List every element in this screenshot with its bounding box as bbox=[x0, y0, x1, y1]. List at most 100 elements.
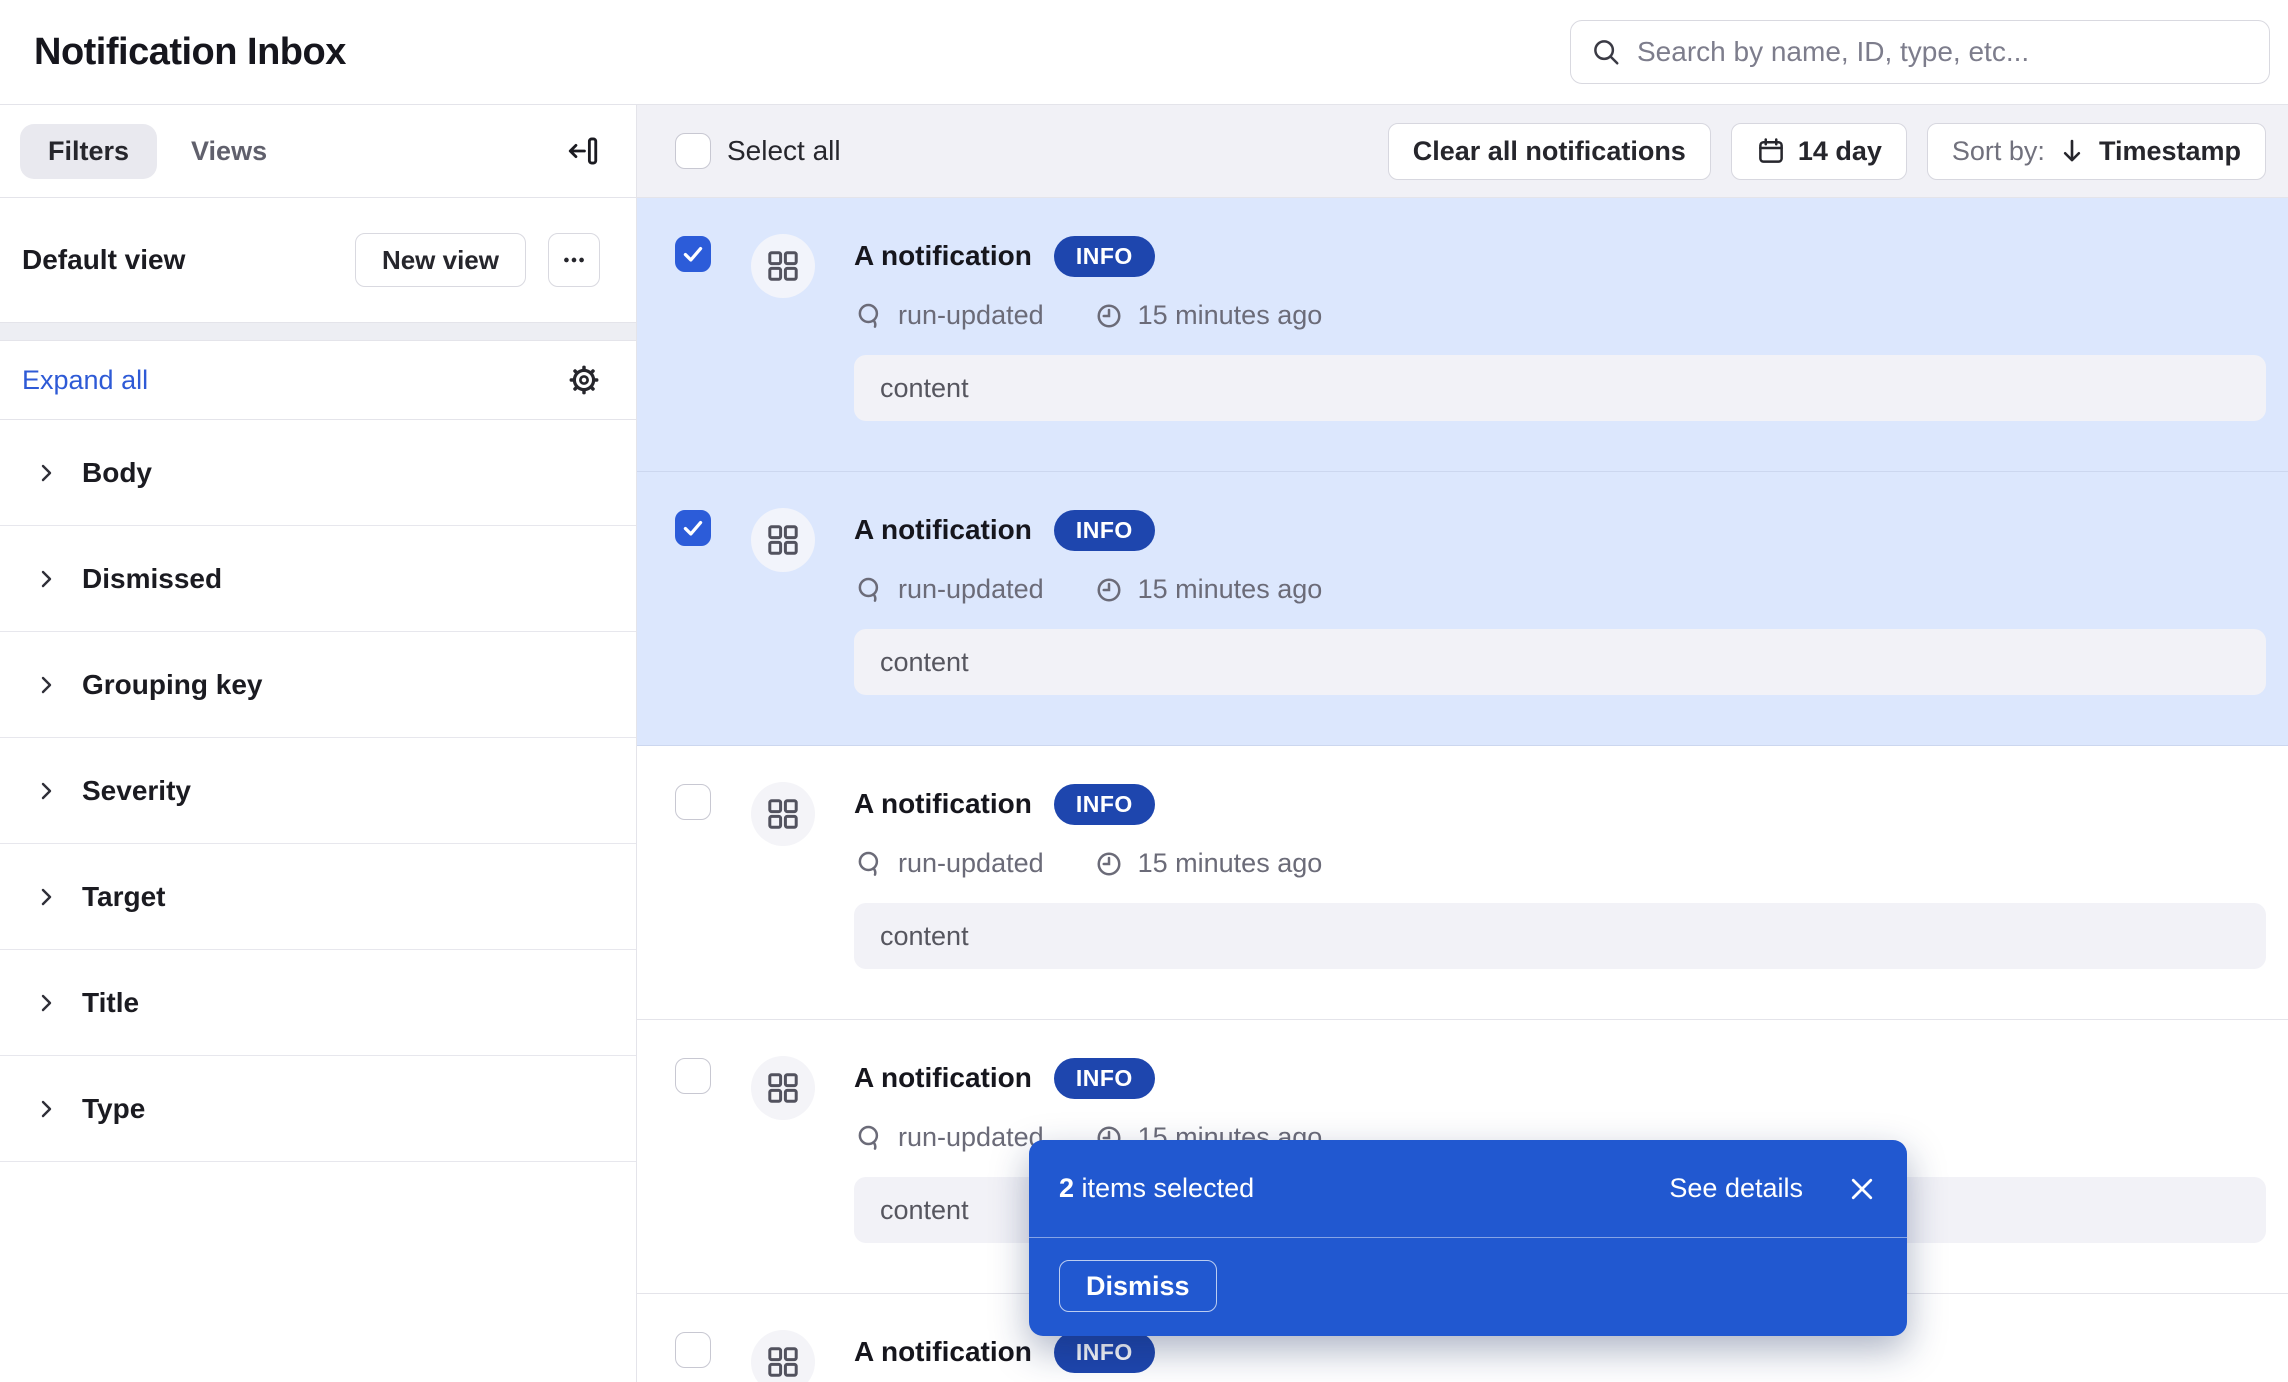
panel-collapse-left-icon[interactable] bbox=[566, 134, 600, 168]
run-icon bbox=[854, 575, 884, 605]
notification-title: A notification bbox=[854, 514, 1032, 546]
sidebar-spacer bbox=[0, 323, 636, 341]
selected-count-suffix: items selected bbox=[1074, 1173, 1254, 1203]
tab-filters[interactable]: Filters bbox=[20, 124, 157, 179]
sidebar-section-grouping-key[interactable]: Grouping key bbox=[0, 632, 636, 738]
severity-badge: INFO bbox=[1054, 236, 1155, 277]
event-type: run-updated bbox=[898, 1122, 1044, 1153]
section-label: Grouping key bbox=[82, 669, 262, 701]
arrow-down-icon bbox=[2057, 136, 2087, 166]
event-type: run-updated bbox=[898, 574, 1044, 605]
sort-value: Timestamp bbox=[2099, 136, 2241, 167]
sidebar-section-body[interactable]: Body bbox=[0, 420, 636, 526]
notification-content: content bbox=[854, 903, 2266, 969]
severity-badge: INFO bbox=[1054, 1058, 1155, 1099]
sort-by-label: Sort by: bbox=[1952, 136, 2045, 167]
timestamp: 15 minutes ago bbox=[1138, 300, 1323, 331]
section-label: Dismissed bbox=[82, 563, 222, 595]
sidebar: Filters Views Default view New view Expa… bbox=[0, 105, 637, 1382]
clock-icon bbox=[1094, 301, 1124, 331]
section-label: Body bbox=[82, 457, 152, 489]
run-icon bbox=[854, 301, 884, 331]
notification-avatar bbox=[751, 1330, 815, 1382]
expand-all-link[interactable]: Expand all bbox=[22, 365, 148, 396]
notification-title: A notification bbox=[854, 1336, 1032, 1368]
calendar-icon bbox=[1756, 136, 1786, 166]
clock-icon bbox=[1094, 849, 1124, 879]
date-range-label: 14 day bbox=[1798, 136, 1882, 167]
close-icon[interactable] bbox=[1847, 1174, 1877, 1204]
tab-views[interactable]: Views bbox=[191, 136, 267, 167]
severity-badge: INFO bbox=[1054, 510, 1155, 551]
chevron-right-icon bbox=[34, 461, 58, 485]
notification-content: content bbox=[854, 629, 2266, 695]
severity-badge: INFO bbox=[1054, 784, 1155, 825]
grid-icon bbox=[765, 1070, 801, 1106]
search-box[interactable] bbox=[1570, 20, 2270, 84]
search-input[interactable] bbox=[1635, 35, 2249, 69]
new-view-button[interactable]: New view bbox=[355, 233, 526, 287]
notification-row[interactable]: A notification INFO run-updated 15 minut… bbox=[637, 746, 2288, 1020]
clear-all-notifications-button[interactable]: Clear all notifications bbox=[1388, 123, 1711, 180]
section-label: Target bbox=[82, 881, 166, 913]
sidebar-section-title[interactable]: Title bbox=[0, 950, 636, 1056]
clock-icon bbox=[1094, 575, 1124, 605]
grid-icon bbox=[765, 796, 801, 832]
run-icon bbox=[854, 1123, 884, 1153]
chevron-right-icon bbox=[34, 885, 58, 909]
chevron-right-icon bbox=[34, 991, 58, 1015]
ellipsis-icon bbox=[560, 246, 588, 274]
grid-icon bbox=[765, 1344, 801, 1380]
notification-checkbox[interactable] bbox=[675, 1058, 711, 1094]
notification-row[interactable]: A notification INFO run-updated 15 minut… bbox=[637, 198, 2288, 472]
sidebar-section-dismissed[interactable]: Dismissed bbox=[0, 526, 636, 632]
notification-avatar bbox=[751, 1056, 815, 1120]
checkmark-icon bbox=[680, 515, 706, 541]
selection-toast: 2 items selected See details Dismiss bbox=[1029, 1140, 1907, 1336]
search-icon bbox=[1591, 37, 1621, 67]
gear-icon[interactable] bbox=[568, 364, 600, 396]
notification-checkbox[interactable] bbox=[675, 236, 711, 272]
toast-message: 2 items selected bbox=[1059, 1173, 1254, 1204]
sort-button[interactable]: Sort by: Timestamp bbox=[1927, 123, 2266, 180]
severity-badge: INFO bbox=[1054, 1332, 1155, 1373]
grid-icon bbox=[765, 522, 801, 558]
current-view-name: Default view bbox=[22, 244, 185, 276]
section-label: Type bbox=[82, 1093, 145, 1125]
notification-avatar bbox=[751, 234, 815, 298]
sidebar-section-severity[interactable]: Severity bbox=[0, 738, 636, 844]
expand-all-row: Expand all bbox=[0, 341, 636, 420]
notification-title: A notification bbox=[854, 1062, 1032, 1094]
notification-content: content bbox=[854, 355, 2266, 421]
notification-list-panel: Select all Clear all notifications 14 da… bbox=[637, 105, 2288, 1382]
notification-avatar bbox=[751, 508, 815, 572]
select-all-checkbox[interactable] bbox=[675, 133, 711, 169]
run-icon bbox=[854, 849, 884, 879]
sidebar-tabs: Filters Views bbox=[0, 105, 636, 198]
view-more-button[interactable] bbox=[548, 233, 600, 287]
notification-title: A notification bbox=[854, 788, 1032, 820]
toast-header: 2 items selected See details bbox=[1029, 1140, 1907, 1238]
event-type: run-updated bbox=[898, 848, 1044, 879]
sidebar-section-target[interactable]: Target bbox=[0, 844, 636, 950]
list-toolbar: Select all Clear all notifications 14 da… bbox=[637, 105, 2288, 198]
date-range-button[interactable]: 14 day bbox=[1731, 123, 1907, 180]
dismiss-button[interactable]: Dismiss bbox=[1059, 1260, 1217, 1312]
selected-count: 2 bbox=[1059, 1173, 1074, 1203]
notification-avatar bbox=[751, 782, 815, 846]
checkmark-icon bbox=[680, 241, 706, 267]
chevron-right-icon bbox=[34, 1097, 58, 1121]
select-all-label: Select all bbox=[727, 135, 841, 167]
section-label: Severity bbox=[82, 775, 191, 807]
page-title: Notification Inbox bbox=[34, 31, 346, 74]
timestamp: 15 minutes ago bbox=[1138, 848, 1323, 879]
notification-inbox-page: Notification Inbox Filters Views Default… bbox=[0, 0, 2288, 1382]
timestamp: 15 minutes ago bbox=[1138, 574, 1323, 605]
notification-row[interactable]: A notification INFO run-updated 15 minut… bbox=[637, 472, 2288, 746]
notification-checkbox[interactable] bbox=[675, 784, 711, 820]
notification-title: A notification bbox=[854, 240, 1032, 272]
sidebar-section-type[interactable]: Type bbox=[0, 1056, 636, 1162]
notification-checkbox[interactable] bbox=[675, 1332, 711, 1368]
see-details-link[interactable]: See details bbox=[1669, 1173, 1803, 1204]
notification-checkbox[interactable] bbox=[675, 510, 711, 546]
